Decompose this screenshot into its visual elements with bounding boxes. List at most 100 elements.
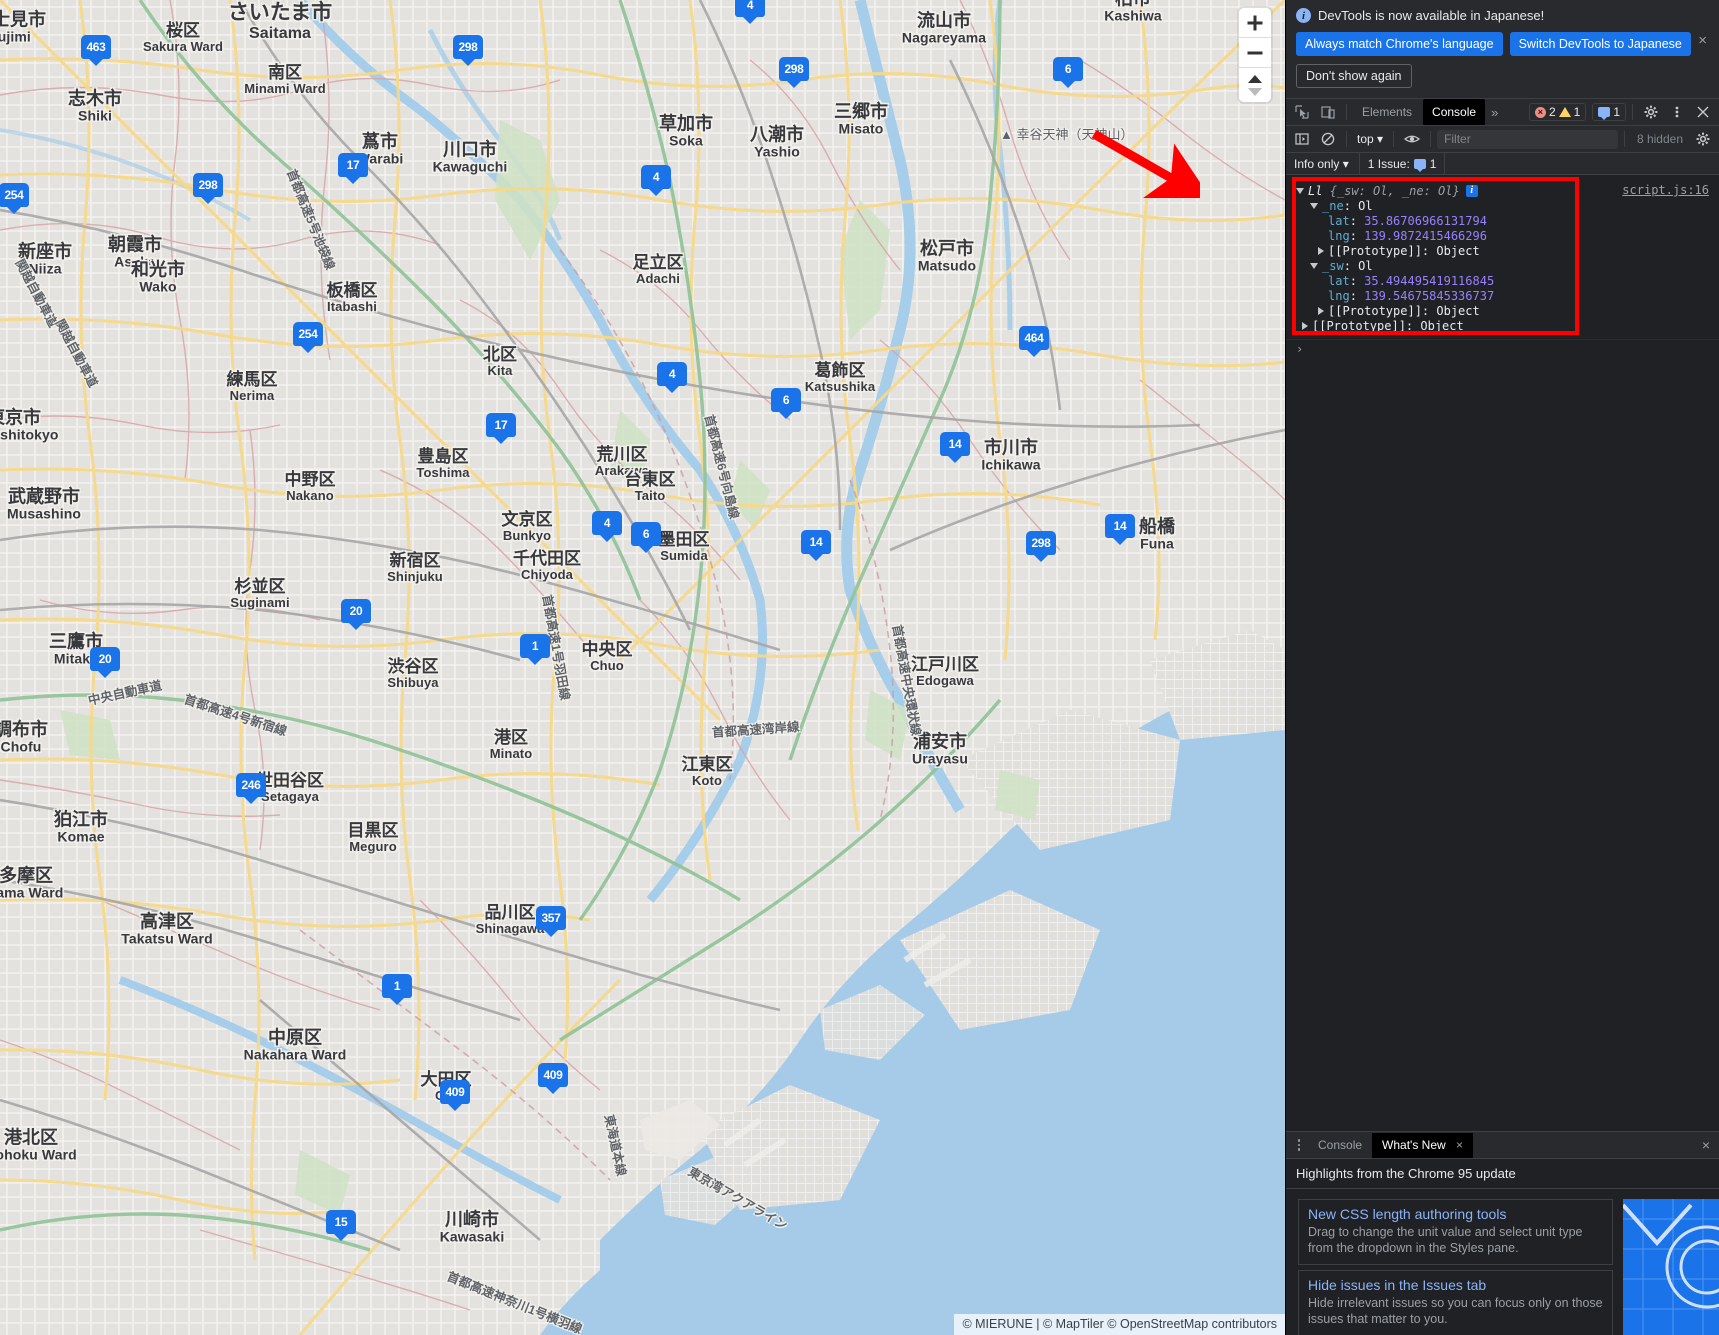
devtools-panel: i DevTools is now available in Japanese!… — [1285, 0, 1719, 1335]
inspect-element-icon[interactable] — [1290, 100, 1314, 124]
log-root-proto-row[interactable]: [[Prototype]] : Object — [1296, 318, 1719, 333]
property-value-sw-lat: 35.494495419116845 — [1364, 273, 1495, 288]
warning-count: 1 — [1573, 105, 1581, 119]
whats-new-card-list: New CSS length authoring tools Drag to c… — [1286, 1199, 1613, 1335]
zoom-out-button[interactable] — [1239, 38, 1271, 68]
divider — [1623, 131, 1625, 147]
message-count: 1 — [1613, 105, 1620, 119]
chevron-down-icon: ▾ — [1342, 156, 1349, 171]
tab-console[interactable]: Console — [1423, 99, 1486, 125]
always-match-language-button[interactable]: Always match Chrome's language — [1296, 32, 1503, 56]
close-devtools-icon[interactable] — [1691, 100, 1715, 124]
console-log-entry[interactable]: Ll {_sw: Ol, _ne: Ol} i _ne : Ol lat : 3… — [1286, 175, 1719, 340]
expand-arrow-down-icon[interactable] — [1310, 262, 1318, 269]
chevron-down-icon: ▾ — [1377, 132, 1384, 146]
expand-arrow-right-icon[interactable] — [1318, 246, 1324, 255]
more-options-icon[interactable] — [1665, 100, 1689, 124]
property-value-sw-lng: 139.54675845336737 — [1364, 288, 1495, 303]
log-sw-lat-row: lat : 35.494495419116845 — [1328, 273, 1495, 288]
property-name-prototype: [[Prototype]] — [1328, 303, 1422, 318]
info-badge-icon[interactable]: i — [1465, 184, 1478, 197]
expand-arrow-down-icon[interactable] — [1296, 187, 1304, 194]
console-filter-input[interactable] — [1437, 129, 1618, 149]
property-name-prototype: [[Prototype]] — [1328, 243, 1422, 258]
property-value-prototype: Object — [1420, 318, 1464, 333]
log-sw-row[interactable]: _sw : Ol — [1296, 258, 1719, 273]
devtools-tabstrip: Elements Console » × 2 1 1 — [1286, 98, 1719, 126]
whats-new-body: New CSS length authoring tools Drag to c… — [1286, 1189, 1719, 1335]
log-ne-lat-row: lat : 35.86706966131794 — [1328, 213, 1487, 228]
console-settings-gear-icon[interactable] — [1691, 127, 1715, 151]
map-attribution[interactable]: © MIERUNE | © MapTiler © OpenStreetMap c… — [954, 1314, 1285, 1335]
divider — [1346, 104, 1347, 120]
drawer-tab-whats-new[interactable]: What's New × — [1372, 1132, 1474, 1158]
map-tiles — [0, 0, 1285, 1335]
issues-button[interactable]: 1 Issue: 1 — [1358, 152, 1446, 175]
clear-console-icon[interactable] — [1316, 127, 1340, 151]
map-zoom-controls[interactable] — [1239, 8, 1271, 102]
message-icon — [1598, 107, 1611, 120]
console-prompt[interactable]: › — [1286, 340, 1719, 356]
console-filterbar: top ▾ 8 hidden — [1286, 126, 1719, 153]
drawer-tabstrip: Console What's New × × — [1286, 1132, 1719, 1159]
more-tabs-icon[interactable]: » — [1487, 105, 1502, 120]
error-count: 2 — [1548, 105, 1556, 119]
console-sidebar-toggle-icon[interactable] — [1290, 127, 1314, 151]
property-name-prototype: [[Prototype]] — [1312, 318, 1406, 333]
zoom-in-button[interactable] — [1239, 8, 1271, 38]
dont-show-again-button[interactable]: Don't show again — [1296, 64, 1412, 88]
language-infobar: i DevTools is now available in Japanese!… — [1286, 0, 1719, 98]
divider — [1346, 131, 1347, 147]
property-name-sw: _sw — [1322, 258, 1344, 273]
log-ne-row[interactable]: _ne : Ol — [1296, 198, 1719, 213]
whats-new-card[interactable]: Hide issues in the Issues tab Hide irrel… — [1298, 1270, 1613, 1335]
property-value-prototype: Object — [1436, 303, 1480, 318]
error-warning-counter[interactable]: × 2 1 — [1528, 103, 1587, 121]
object-preview: {_sw: Ol, _ne: Ol} — [1329, 183, 1460, 198]
screen: 富士見市Fujimi桜区Sakura Wardさいたま市Saitama南区Min… — [0, 0, 1719, 1335]
drawer-tab-console[interactable]: Console — [1308, 1133, 1372, 1158]
object-class-name: Ll — [1308, 183, 1323, 198]
log-ne-proto-row[interactable]: [[Prototype]] : Object — [1296, 243, 1719, 258]
devtools-drawer: Console What's New × × Highlights from t… — [1286, 1131, 1719, 1335]
switch-to-japanese-button[interactable]: Switch DevTools to Japanese — [1509, 32, 1691, 56]
device-toolbar-icon[interactable] — [1316, 100, 1340, 124]
hidden-messages-count[interactable]: 8 hidden — [1631, 132, 1689, 146]
whats-new-card-desc: Hide irrelevant issues so you can focus … — [1308, 1296, 1603, 1326]
context-label: top — [1357, 132, 1374, 146]
log-level-selector[interactable]: Info only ▾ — [1294, 157, 1349, 171]
gear-icon[interactable] — [1639, 100, 1663, 124]
drawer-tab-whats-new-label: What's New — [1382, 1137, 1446, 1152]
whats-new-card-title[interactable]: New CSS length authoring tools — [1308, 1206, 1603, 1222]
expand-arrow-down-icon[interactable] — [1310, 202, 1318, 209]
whats-new-card-title[interactable]: Hide issues in the Issues tab — [1308, 1277, 1603, 1293]
property-name-ne: _ne — [1322, 198, 1344, 213]
close-icon[interactable]: × — [1698, 33, 1707, 48]
map-viewport[interactable]: 富士見市Fujimi桜区Sakura Wardさいたま市Saitama南区Min… — [0, 0, 1285, 1335]
close-icon[interactable]: × — [1456, 1138, 1463, 1152]
whats-new-card[interactable]: New CSS length authoring tools Drag to c… — [1298, 1199, 1613, 1265]
property-value-sw-type: Ol — [1358, 258, 1373, 273]
divider — [1632, 104, 1633, 120]
message-counter[interactable]: 1 — [1592, 103, 1626, 121]
issue-count: 1 — [1429, 156, 1437, 171]
property-name-sw-lng: lng — [1328, 288, 1350, 303]
whats-new-illustration — [1623, 1199, 1719, 1335]
expand-arrow-right-icon[interactable] — [1302, 321, 1308, 330]
console-message-list[interactable]: Ll {_sw: Ol, _ne: Ol} i _ne : Ol lat : 3… — [1286, 175, 1719, 1131]
execution-context-selector[interactable]: top ▾ — [1353, 132, 1387, 146]
log-sw-proto-row[interactable]: [[Prototype]] : Object — [1296, 303, 1719, 318]
property-value-ne-lat: 35.86706966131794 — [1364, 213, 1487, 228]
live-expression-eye-icon[interactable] — [1400, 127, 1424, 151]
infobar-message: DevTools is now available in Japanese! — [1318, 8, 1545, 23]
divider — [1393, 131, 1395, 147]
console-source-link[interactable]: script.js:16 — [1622, 183, 1709, 197]
expand-arrow-right-icon[interactable] — [1318, 306, 1324, 315]
warning-icon — [1558, 107, 1571, 117]
compass-tilt-button[interactable] — [1239, 68, 1271, 102]
drawer-menu-icon[interactable] — [1290, 1139, 1308, 1151]
tab-elements[interactable]: Elements — [1353, 99, 1421, 125]
issue-label: 1 Issue: — [1367, 156, 1410, 171]
close-drawer-icon[interactable]: × — [1702, 1137, 1710, 1153]
property-value-ne-type: Ol — [1358, 198, 1373, 213]
